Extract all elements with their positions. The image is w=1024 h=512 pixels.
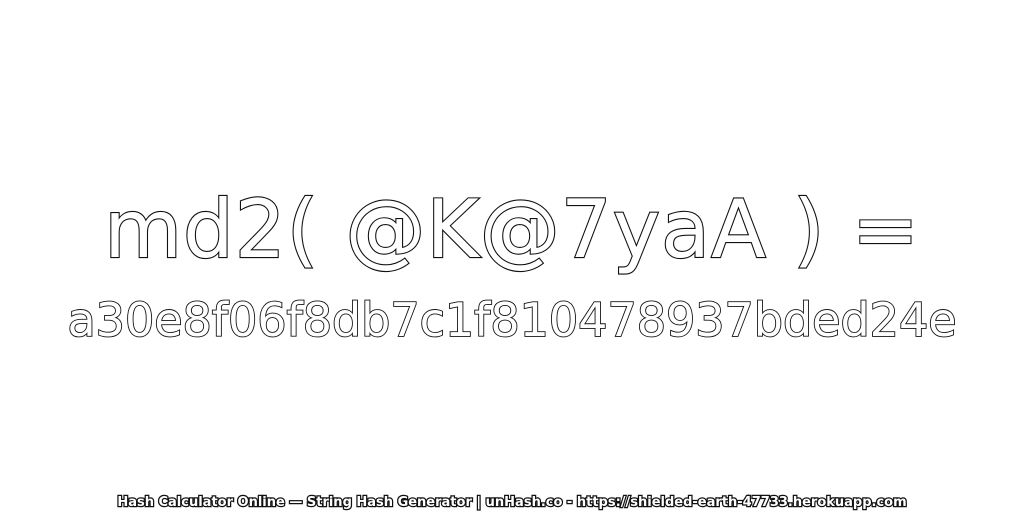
hash-expression: md2( @K@7yaA ) = [103,182,920,277]
hash-image: md2( @K@7yaA ) = a30e8f06f8db7c1f8104789… [0,0,1024,512]
footer-credit: Hash Calculator Online — String Hash Gen… [116,494,908,512]
hash-value: a30e8f06f8db7c1f810478937bded24e [67,292,958,348]
